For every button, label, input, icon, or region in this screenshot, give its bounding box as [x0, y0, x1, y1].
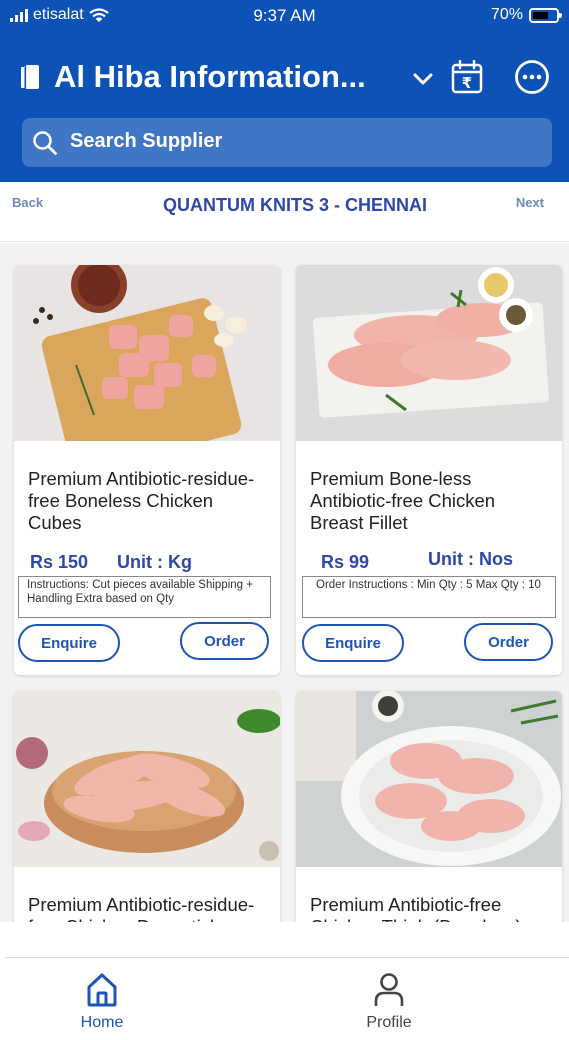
product-price: Rs 99 [321, 552, 370, 572]
product-name: Premium Antibiotic-free Chicken Thigh (B… [310, 894, 522, 922]
tab-divider [5, 957, 569, 958]
product-card[interactable]: Premium Antibiotic-free Chicken Thigh (B… [296, 691, 562, 922]
tab-home[interactable]: Home [52, 972, 152, 1032]
title-row: Al Hiba Information... ₹ [18, 58, 551, 98]
calendar-rupee-icon[interactable]: ₹ [451, 60, 483, 94]
svg-text:₹: ₹ [462, 74, 472, 92]
search-placeholder: Search Supplier [70, 130, 223, 152]
search-icon [33, 131, 57, 155]
profile-icon [374, 973, 404, 1006]
product-card[interactable]: Premium Bone-less Antibiotic-free Chicke… [296, 265, 562, 675]
status-right: 70% [490, 6, 562, 24]
enquire-button[interactable]: Enquire [302, 624, 404, 662]
search-input[interactable]: Search Supplier [22, 118, 552, 167]
supplier-title: QUANTUM KNITS 3 - CHENNAI [163, 195, 427, 215]
tab-profile-label: Profile [366, 1014, 412, 1031]
product-card[interactable]: Premium Antibiotic-residue-free Chicken … [14, 691, 280, 922]
supplier-nav: Back QUANTUM KNITS 3 - CHENNAI Next [0, 182, 569, 242]
order-instructions: Order Instructions : Min Qty : 5 Max Qty… [302, 576, 556, 618]
battery-percent: 70% [490, 6, 523, 23]
bottom-tab-bar: Home Profile [0, 922, 569, 1040]
order-button[interactable]: Order [464, 623, 553, 661]
tab-home-label: Home [80, 1014, 124, 1031]
tab-profile[interactable]: Profile [339, 972, 439, 1032]
product-image [14, 265, 280, 441]
home-icon [87, 973, 117, 1007]
product-image [14, 691, 280, 867]
book-icon [21, 65, 39, 89]
product-unit: Unit : Kg [117, 552, 192, 572]
product-image [296, 265, 562, 441]
status-time: 9:37 AM [253, 6, 316, 25]
chevron-down-icon[interactable] [412, 68, 434, 90]
product-price: Rs 150 [30, 552, 89, 572]
product-name: Premium Antibiotic-residue-free Chicken … [28, 894, 255, 922]
product-name: Premium Bone-less Antibiotic-free Chicke… [310, 468, 496, 533]
more-icon[interactable] [514, 59, 550, 95]
enquire-button[interactable]: Enquire [18, 624, 120, 662]
app-header: etisalat 9:37 AM 70% Al Hiba Information… [0, 0, 569, 182]
product-image [296, 691, 562, 867]
order-instructions: Instructions: Cut pieces available Shipp… [18, 576, 271, 618]
product-grid[interactable]: Premium Antibiotic-residue-free Boneless… [0, 243, 569, 922]
product-card[interactable]: Premium Antibiotic-residue-free Boneless… [14, 265, 280, 675]
next-button[interactable]: Next [516, 195, 544, 210]
status-bar: etisalat 9:37 AM 70% [0, 0, 569, 32]
battery-icon [529, 7, 562, 23]
app-title[interactable]: Al Hiba Information... [54, 59, 366, 95]
app-screen: etisalat 9:37 AM 70% Al Hiba Information… [0, 0, 569, 1040]
product-unit: Unit : Nos [428, 549, 513, 569]
order-button[interactable]: Order [180, 622, 269, 660]
product-name: Premium Antibiotic-residue-free Boneless… [28, 468, 255, 533]
